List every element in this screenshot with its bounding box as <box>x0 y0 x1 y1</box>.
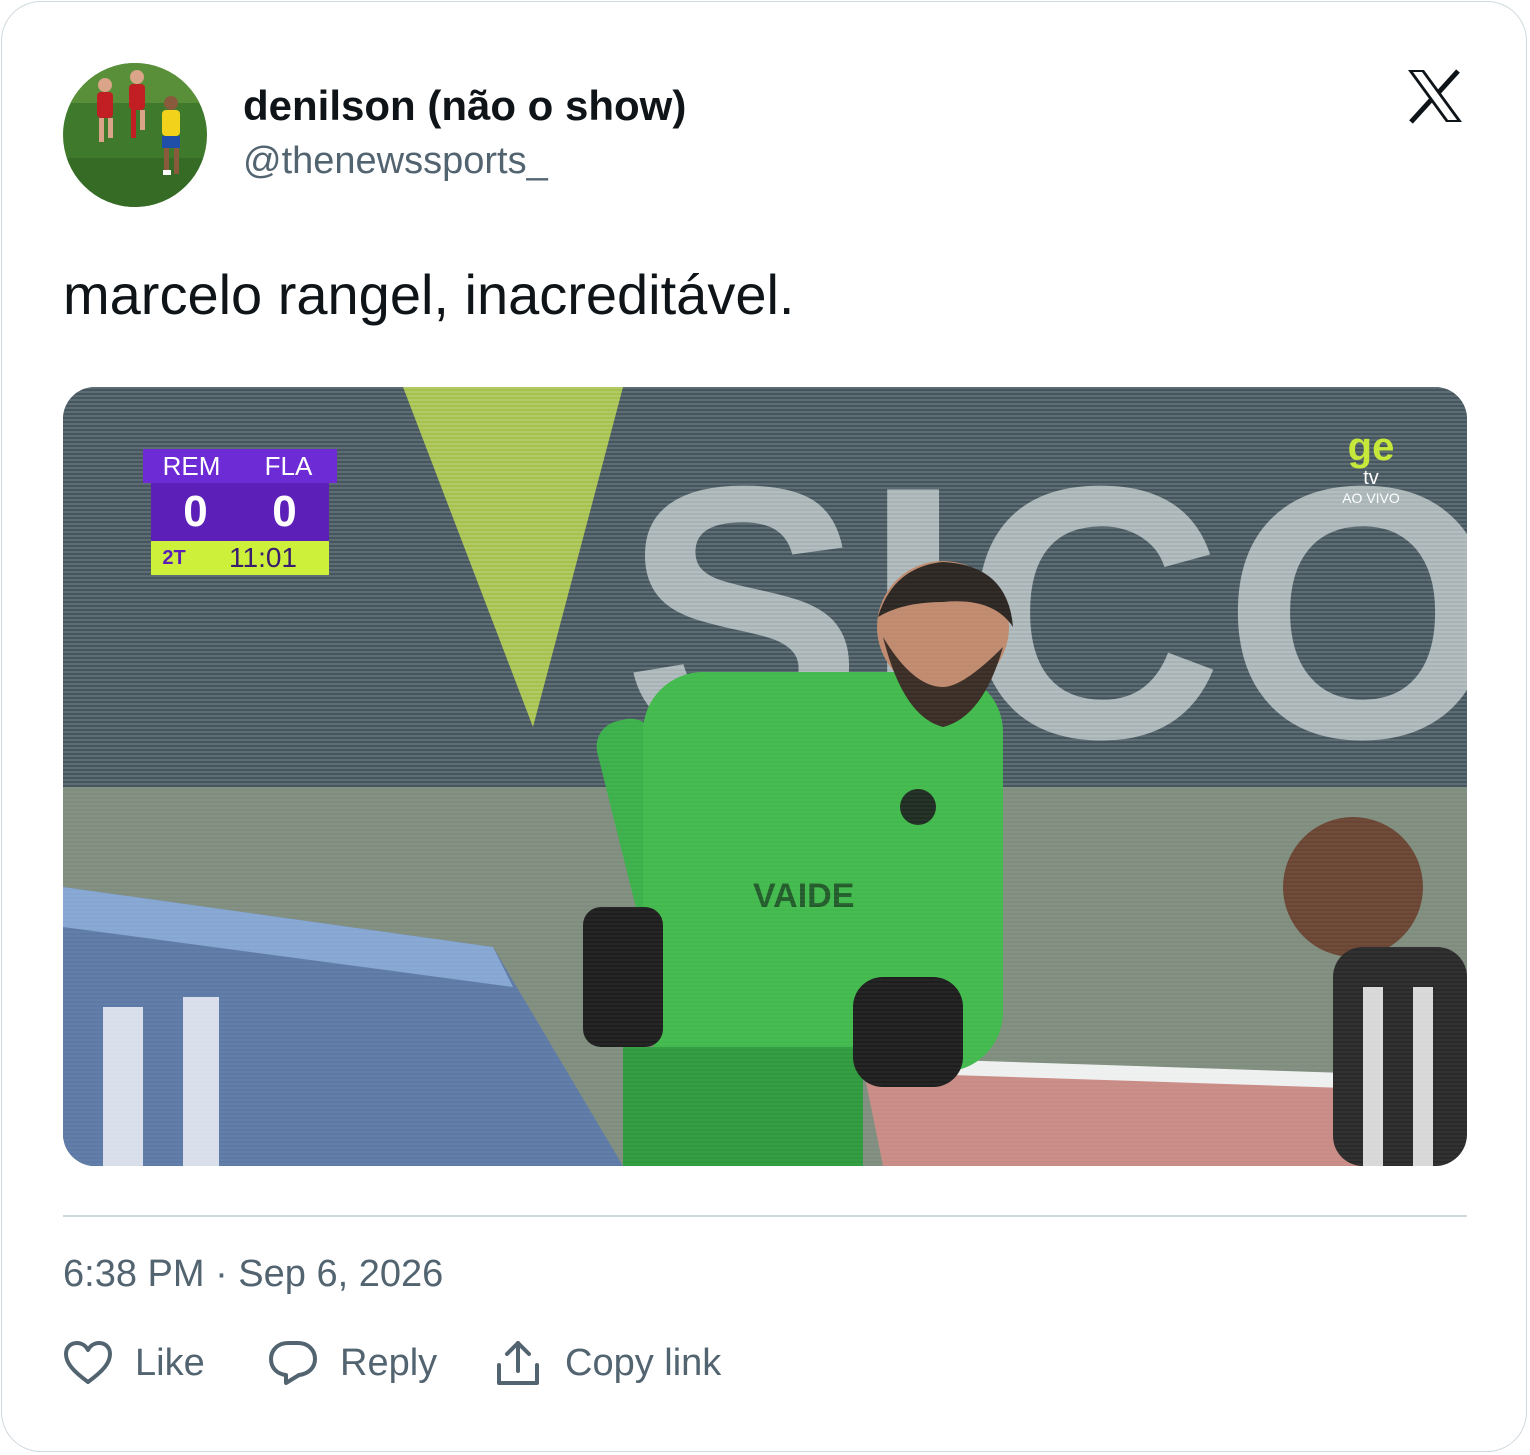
broadcaster-sub: tv <box>1363 467 1379 489</box>
share-upload-icon <box>497 1341 539 1385</box>
author-handle[interactable]: @thenewssports_ <box>243 140 548 183</box>
heart-icon <box>64 1341 112 1384</box>
tweet-media-image[interactable]: SICOOB VAIDE REM FLA 0 <box>63 387 1467 1166</box>
match-clock: 11:01 <box>229 542 297 573</box>
away-score: 0 <box>272 487 297 536</box>
reply-button[interactable]: Reply <box>268 1338 437 1388</box>
avatar-image <box>63 63 207 207</box>
away-team-label: FLA <box>264 451 313 481</box>
live-label: AO VIVO <box>1342 490 1400 506</box>
match-period: 2T <box>162 546 186 569</box>
author-avatar[interactable] <box>63 63 207 207</box>
like-button[interactable]: Like <box>63 1338 205 1388</box>
x-logo-icon[interactable] <box>1406 68 1464 124</box>
home-team-label: REM <box>162 451 221 481</box>
broadcaster-logo: ge tv AO VIVO <box>1331 427 1411 517</box>
reply-label: Reply <box>340 1341 438 1384</box>
like-label: Like <box>135 1341 205 1384</box>
author-display-name[interactable]: denilson (não o show) <box>243 82 686 130</box>
divider <box>63 1215 1467 1217</box>
copy-link-label: Copy link <box>565 1341 722 1384</box>
scoreboard: REM FLA 0 0 2T 11:01 <box>143 449 337 577</box>
tweet-timestamp[interactable]: 6:38 PM · Sep 6, 2026 <box>63 1253 443 1296</box>
broadcaster-brand: ge <box>1347 425 1395 469</box>
copy-link-button[interactable]: Copy link <box>493 1338 721 1388</box>
home-score: 0 <box>183 487 208 536</box>
reply-icon <box>269 1341 317 1385</box>
tweet-text: marcelo rangel, inacreditável. <box>63 263 795 326</box>
